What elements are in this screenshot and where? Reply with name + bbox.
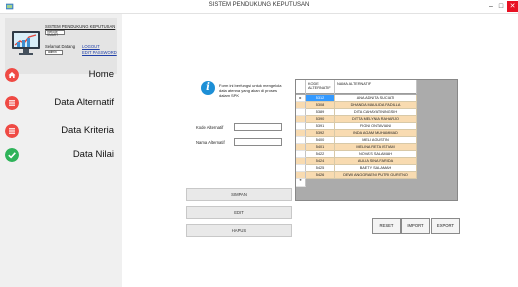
- table-row[interactable]: 5391 FIGNI ONTAVIANI: [296, 123, 417, 130]
- nav-item-data-nilai[interactable]: Data Nilai: [0, 145, 122, 167]
- row-header-cell[interactable]: ▸: [296, 95, 306, 102]
- kode-alternatif-input[interactable]: [234, 123, 282, 131]
- nav-label-home: Home: [88, 69, 114, 80]
- kode-cell[interactable]: 5389: [306, 109, 335, 116]
- nav-item-data-kriteria[interactable]: Data Kriteria: [0, 121, 122, 143]
- kode-cell[interactable]: 5390: [306, 116, 335, 123]
- row-header-cell[interactable]: [296, 109, 306, 116]
- row-header-cell[interactable]: [296, 158, 306, 165]
- edit-button[interactable]: EDIT: [186, 206, 292, 219]
- row-header-cell[interactable]: [296, 137, 306, 144]
- hapus-button[interactable]: HAPUS: [186, 224, 292, 237]
- home-icon: [5, 68, 19, 82]
- table-row[interactable]: 5389 DITA CAHAYATININGSIH: [296, 109, 417, 116]
- list-icon: [5, 96, 19, 110]
- logout-link[interactable]: LOGOUT: [82, 44, 100, 49]
- row-header-cell[interactable]: [296, 116, 306, 123]
- table-row[interactable]: 5308 DHANDA MAULIDA FADILLA: [296, 102, 417, 109]
- column-header-nama[interactable]: NAMA ALTERNATIF: [335, 80, 417, 94]
- nav-label-data-alternatif: Data Alternatif: [54, 97, 114, 108]
- kode-cell[interactable]: 5400: [306, 137, 335, 144]
- table-row[interactable]: 5400 MELI AGUSTIN: [296, 137, 417, 144]
- reset-button[interactable]: RESET: [372, 218, 401, 234]
- table-row[interactable]: ▸ 5312 ANA ADNITA SUCIATI: [296, 95, 417, 102]
- table-row[interactable]: 5426 DEWI ANGGRAENI PUTRI GURITNO: [296, 172, 417, 179]
- row-header-corner: [296, 80, 306, 94]
- check-icon: [5, 148, 19, 162]
- row-header-cell[interactable]: [296, 102, 306, 109]
- edit-password-link[interactable]: EDIT PASSWORD: [82, 50, 117, 55]
- welcome-label: Selamat Datang: [45, 44, 76, 49]
- nama-cell[interactable]: ANA ADNITA SUCIATI: [335, 95, 417, 102]
- nama-cell[interactable]: MELI AGUSTIN: [335, 137, 417, 144]
- nama-cell[interactable]: MELINA RETA ISTIAM: [335, 144, 417, 151]
- nama-cell[interactable]: DITTA MELYNIA RAHARJO: [335, 116, 417, 123]
- nama-cell[interactable]: FIGNI ONTAVIANI: [335, 123, 417, 130]
- nama-alternatif-label: Nama Alternatif: [196, 140, 225, 145]
- table-row[interactable]: 5390 DITTA MELYNIA RAHARJO: [296, 116, 417, 123]
- kode-cell[interactable]: 5401: [306, 144, 335, 151]
- username-box: admin: [45, 50, 63, 55]
- maximize-button[interactable]: □: [496, 1, 506, 12]
- row-header-cell[interactable]: [296, 130, 306, 137]
- nama-cell[interactable]: DITA CAHAYATININGSIH: [335, 109, 417, 116]
- title-bar: SISTEM PENDUKUNG KEPUTUSAN – □ ✕: [0, 0, 518, 14]
- row-header-cell[interactable]: [296, 123, 306, 130]
- column-header-kode[interactable]: KODE ALTERNATIF: [306, 80, 335, 94]
- kode-cell[interactable]: 5426: [306, 172, 335, 179]
- nav-item-data-alternatif[interactable]: Data Alternatif: [0, 93, 122, 115]
- window-title: SISTEM PENDUKUNG KEPUTUSAN: [208, 2, 310, 8]
- alternatif-table[interactable]: KODE ALTERNATIF NAMA ALTERNATIF ▸ 5312 ANA…: [295, 79, 458, 201]
- nama-cell[interactable]: DEWI ANGGRAENI PUTRI GURITNO: [335, 172, 417, 179]
- close-button[interactable]: ✕: [507, 1, 518, 12]
- simpan-button[interactable]: SIMPAN: [186, 188, 292, 201]
- method-box: metode SMART: [45, 30, 65, 37]
- table-row[interactable]: 5422 NOVA'S SALAMAH: [296, 151, 417, 158]
- row-header-cell[interactable]: [296, 172, 306, 179]
- list-icon: [5, 124, 19, 138]
- nav-label-data-nilai: Data Nilai: [72, 149, 114, 160]
- table-row[interactable]: 5401 MELINA RETA ISTIAM: [296, 144, 417, 151]
- nama-cell[interactable]: DHANDA MAULIDA FADILLA: [335, 102, 417, 109]
- import-button[interactable]: IMPORT: [401, 218, 430, 234]
- kode-cell[interactable]: 5308: [306, 102, 335, 109]
- monitor-chart-icon: [12, 31, 40, 55]
- table-row[interactable]: 5425 BAETY SALAMAH: [296, 165, 417, 172]
- info-text: Form ini berfungsi untuk mengelola data …: [219, 83, 282, 98]
- kode-cell[interactable]: 5312: [306, 95, 335, 102]
- nama-alternatif-input[interactable]: [234, 138, 282, 146]
- row-header-cell[interactable]: [296, 165, 306, 172]
- info-icon: i: [201, 81, 215, 95]
- row-header-cell[interactable]: [296, 151, 306, 158]
- kode-cell[interactable]: 5425: [306, 165, 335, 172]
- nama-cell[interactable]: BAETY SALAMAH: [335, 165, 417, 172]
- kode-cell[interactable]: 5422: [306, 151, 335, 158]
- table-row[interactable]: 5424 AULIA SINA FARIDA: [296, 158, 417, 165]
- nav-item-home[interactable]: Home: [0, 65, 122, 87]
- export-button[interactable]: EXPORT: [431, 218, 460, 234]
- nav-label-data-kriteria: Data Kriteria: [61, 125, 114, 136]
- table-header: KODE ALTERNATIF NAMA ALTERNATIF: [296, 80, 417, 94]
- new-row[interactable]: *: [296, 179, 417, 187]
- nama-cell[interactable]: INDA AGAM MUHAMMAD: [335, 130, 417, 137]
- sidebar: SISTEM PENDUKUNG KEPUTUSAN metode SMART …: [0, 14, 122, 287]
- app-name: SISTEM PENDUKUNG KEPUTUSAN: [45, 24, 116, 29]
- new-row-marker: *: [296, 179, 306, 187]
- table-row[interactable]: 5392 INDA AGAM MUHAMMAD: [296, 130, 417, 137]
- row-header-cell[interactable]: [296, 144, 306, 151]
- kode-cell[interactable]: 5392: [306, 130, 335, 137]
- kode-cell[interactable]: 5424: [306, 158, 335, 165]
- kode-cell[interactable]: 5391: [306, 123, 335, 130]
- nama-cell[interactable]: NOVA'S SALAMAH: [335, 151, 417, 158]
- nama-cell[interactable]: AULIA SINA FARIDA: [335, 158, 417, 165]
- kode-alternatif-label: Kode Alternatif: [196, 125, 224, 130]
- minimize-button[interactable]: –: [486, 1, 496, 12]
